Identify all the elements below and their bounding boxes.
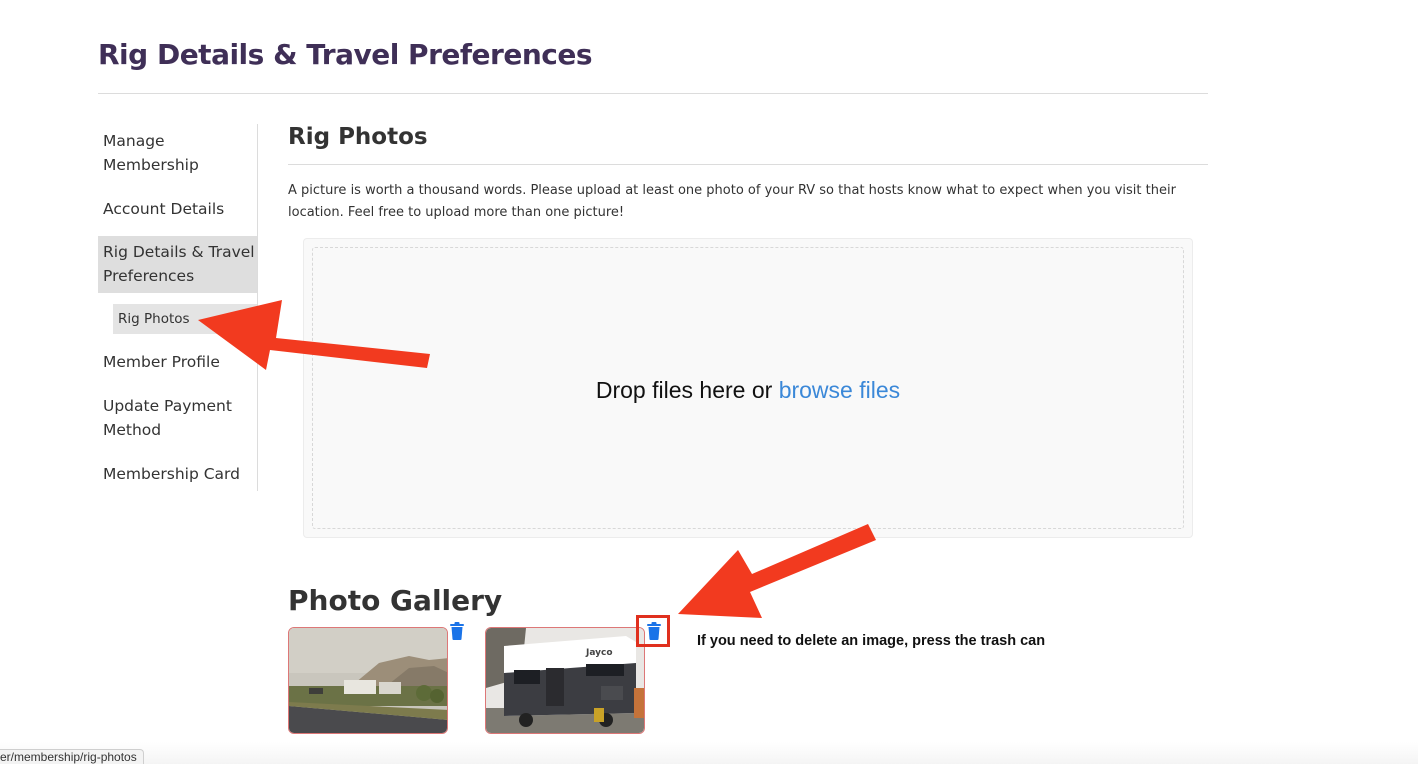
section-title: Rig Photos xyxy=(288,124,428,150)
sidebar-subitem-rig-photos[interactable]: Rig Photos xyxy=(113,304,257,334)
dropzone-text: Drop files here or browse files xyxy=(596,377,900,404)
sidebar-item-manage-membership[interactable]: Manage Membership xyxy=(98,129,257,177)
gallery-title: Photo Gallery xyxy=(288,584,503,617)
window-bottom-shade xyxy=(0,742,1418,764)
delete-photo-1-trash-icon[interactable] xyxy=(449,622,465,640)
trash-highlight-box xyxy=(636,615,670,647)
photo-landscape-image xyxy=(289,628,447,733)
dropzone-prefix: Drop files here or xyxy=(595,376,779,403)
sidebar-item-membership-card[interactable]: Membership Card xyxy=(98,462,257,486)
gallery-photo-2: Jayco xyxy=(485,627,645,734)
status-bar-url: er/membership/rig-photos xyxy=(0,749,144,764)
sidebar-item-member-profile[interactable]: Member Profile xyxy=(98,350,257,374)
page-title: Rig Details & Travel Preferences xyxy=(98,38,593,71)
title-divider xyxy=(98,93,1208,94)
sidebar-item-update-payment[interactable]: Update Payment Method xyxy=(98,394,257,442)
browse-files-link[interactable]: browse files xyxy=(779,377,900,403)
sidebar-item-rig-details[interactable]: Rig Details & Travel Preferences xyxy=(98,236,257,293)
trailer-brand-text: Jayco xyxy=(585,648,613,658)
photo-trailer-image: Jayco xyxy=(486,628,644,733)
section-divider xyxy=(288,164,1208,165)
gallery-photo-1 xyxy=(288,627,448,734)
file-dropzone[interactable]: Drop files here or browse files xyxy=(303,238,1193,538)
dropzone-inner[interactable]: Drop files here or browse files xyxy=(312,247,1184,529)
arrow-to-trash-icon xyxy=(678,524,876,618)
annotation-note: If you need to delete an image, press th… xyxy=(697,633,1046,649)
intro-text: A picture is worth a thousand words. Ple… xyxy=(288,183,1176,220)
account-sidebar: Manage Membership Account Details Rig De… xyxy=(98,124,258,491)
sidebar-item-account-details[interactable]: Account Details xyxy=(98,197,257,221)
